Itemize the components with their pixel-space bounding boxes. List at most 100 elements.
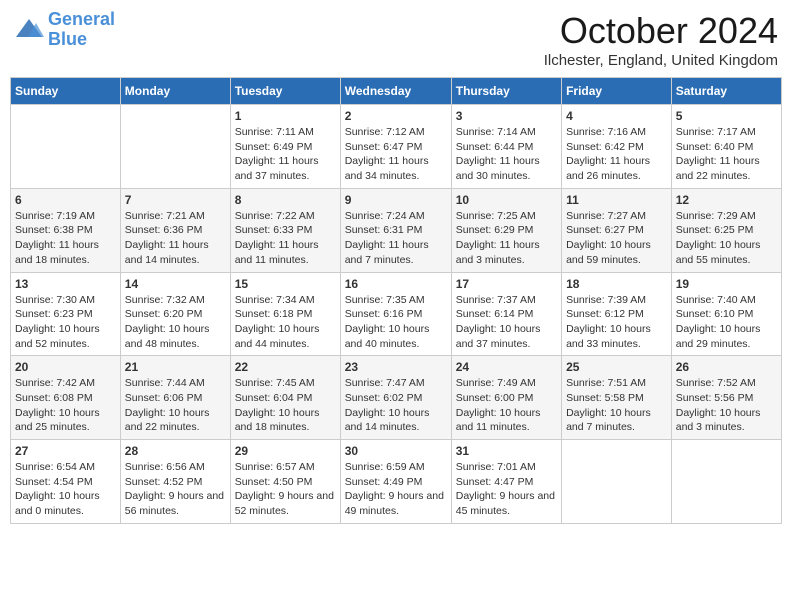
cell-content: Sunrise: 7:49 AM Sunset: 6:00 PM Dayligh… [456, 376, 557, 435]
day-number: 22 [235, 360, 336, 374]
calendar-cell [671, 440, 781, 524]
calendar-cell: 8 Sunrise: 7:22 AM Sunset: 6:33 PM Daylig… [230, 188, 340, 272]
calendar-cell: 5 Sunrise: 7:17 AM Sunset: 6:40 PM Daylig… [671, 105, 781, 189]
cell-content: Sunrise: 7:27 AM Sunset: 6:27 PM Dayligh… [566, 209, 667, 268]
day-header-monday: Monday [120, 78, 230, 105]
day-number: 16 [345, 277, 447, 291]
day-header-sunday: Sunday [11, 78, 121, 105]
calendar-cell: 30Sunrise: 6:59 AM Sunset: 4:49 PM Dayli… [340, 440, 451, 524]
calendar-cell: 4Sunrise: 7:16 AM Sunset: 6:42 PM Daylig… [562, 105, 672, 189]
day-number: 23 [345, 360, 447, 374]
week-row-1: 1Sunrise: 7:11 AM Sunset: 6:49 PM Daylig… [11, 105, 782, 189]
month-title: October 2024 [544, 10, 778, 52]
day-number: 25 [566, 360, 667, 374]
cell-content: Sunrise: 6:57 AM Sunset: 4:50 PM Dayligh… [235, 460, 336, 519]
cell-content: Sunrise: 7:01 AM Sunset: 4:47 PM Dayligh… [456, 460, 557, 519]
calendar-cell: 1Sunrise: 7:11 AM Sunset: 6:49 PM Daylig… [230, 105, 340, 189]
calendar-table: SundayMondayTuesdayWednesdayThursdayFrid… [10, 77, 782, 524]
calendar-cell: 10Sunrise: 7:25 AM Sunset: 6:29 PM Dayli… [451, 188, 561, 272]
day-number: 29 [235, 444, 336, 458]
day-number: 10 [456, 193, 557, 207]
week-row-3: 13Sunrise: 7:30 AM Sunset: 6:23 PM Dayli… [11, 272, 782, 356]
cell-content: Sunrise: 7:29 AM Sunset: 6:25 PM Dayligh… [676, 209, 777, 268]
calendar-cell: 12 Sunrise: 7:29 AM Sunset: 6:25 PM Dayli… [671, 188, 781, 272]
logo-line2: Blue [48, 29, 87, 49]
title-block: October 2024 Ilchester, England, United … [544, 10, 778, 69]
page-header: General Blue October 2024 Ilchester, Eng… [10, 10, 782, 69]
cell-content: Sunrise: 7:40 AM Sunset: 6:10 PM Dayligh… [676, 293, 777, 352]
cell-content: Sunrise: 7:51 AM Sunset: 5:58 PM Dayligh… [566, 376, 667, 435]
day-number: 21 [125, 360, 226, 374]
day-number: 9 [345, 193, 447, 207]
day-header-wednesday: Wednesday [340, 78, 451, 105]
cell-content: Sunrise: 7:52 AM Sunset: 5:56 PM Dayligh… [676, 376, 777, 435]
day-number: 26 [676, 360, 777, 374]
calendar-cell: 27 Sunrise: 6:54 AM Sunset: 4:54 PM Dayli… [11, 440, 121, 524]
cell-content: Sunrise: 7:47 AM Sunset: 6:02 PM Dayligh… [345, 376, 447, 435]
calendar-cell: 16Sunrise: 7:35 AM Sunset: 6:16 PM Dayli… [340, 272, 451, 356]
header-row: SundayMondayTuesdayWednesdayThursdayFrid… [11, 78, 782, 105]
logo: General Blue [14, 10, 115, 50]
logo-icon [14, 15, 44, 45]
calendar-cell [562, 440, 672, 524]
cell-content: Sunrise: 7:32 AM Sunset: 6:20 PM Dayligh… [125, 293, 226, 352]
week-row-4: 20Sunrise: 7:42 AM Sunset: 6:08 PM Dayli… [11, 356, 782, 440]
cell-content: Sunrise: 6:56 AM Sunset: 4:52 PM Dayligh… [125, 460, 226, 519]
cell-content: Sunrise: 7:11 AM Sunset: 6:49 PM Dayligh… [235, 125, 336, 184]
day-number: 6 [15, 193, 116, 207]
calendar-cell: 2Sunrise: 7:12 AM Sunset: 6:47 PM Daylig… [340, 105, 451, 189]
calendar-cell: 21 Sunrise: 7:44 AM Sunset: 6:06 PM Dayli… [120, 356, 230, 440]
day-number: 27 [15, 444, 116, 458]
day-number: 24 [456, 360, 557, 374]
calendar-cell: 20Sunrise: 7:42 AM Sunset: 6:08 PM Dayli… [11, 356, 121, 440]
day-number: 30 [345, 444, 447, 458]
calendar-cell: 25 Sunrise: 7:51 AM Sunset: 5:58 PM Dayli… [562, 356, 672, 440]
cell-content: Sunrise: 7:21 AM Sunset: 6:36 PM Dayligh… [125, 209, 226, 268]
calendar-cell: 17 Sunrise: 7:37 AM Sunset: 6:14 PM Dayli… [451, 272, 561, 356]
cell-content: Sunrise: 7:37 AM Sunset: 6:14 PM Dayligh… [456, 293, 557, 352]
calendar-cell: 3 Sunrise: 7:14 AM Sunset: 6:44 PM Daylig… [451, 105, 561, 189]
day-number: 12 [676, 193, 777, 207]
calendar-cell [11, 105, 121, 189]
day-number: 8 [235, 193, 336, 207]
calendar-cell: 28Sunrise: 6:56 AM Sunset: 4:52 PM Dayli… [120, 440, 230, 524]
week-row-5: 27 Sunrise: 6:54 AM Sunset: 4:54 PM Dayli… [11, 440, 782, 524]
day-header-thursday: Thursday [451, 78, 561, 105]
calendar-cell: 11Sunrise: 7:27 AM Sunset: 6:27 PM Dayli… [562, 188, 672, 272]
cell-content: Sunrise: 7:24 AM Sunset: 6:31 PM Dayligh… [345, 209, 447, 268]
cell-content: Sunrise: 7:22 AM Sunset: 6:33 PM Dayligh… [235, 209, 336, 268]
calendar-cell: 26 Sunrise: 7:52 AM Sunset: 5:56 PM Dayli… [671, 356, 781, 440]
logo-line1: General [48, 9, 115, 29]
week-row-2: 6 Sunrise: 7:19 AM Sunset: 6:38 PM Daylig… [11, 188, 782, 272]
cell-content: Sunrise: 6:54 AM Sunset: 4:54 PM Dayligh… [15, 460, 116, 519]
cell-content: Sunrise: 7:39 AM Sunset: 6:12 PM Dayligh… [566, 293, 667, 352]
cell-content: Sunrise: 7:34 AM Sunset: 6:18 PM Dayligh… [235, 293, 336, 352]
calendar-cell: 14 Sunrise: 7:32 AM Sunset: 6:20 PM Dayli… [120, 272, 230, 356]
calendar-cell: 31 Sunrise: 7:01 AM Sunset: 4:47 PM Dayli… [451, 440, 561, 524]
day-number: 31 [456, 444, 557, 458]
day-header-saturday: Saturday [671, 78, 781, 105]
cell-content: Sunrise: 7:17 AM Sunset: 6:40 PM Dayligh… [676, 125, 777, 184]
calendar-cell [120, 105, 230, 189]
cell-content: Sunrise: 7:44 AM Sunset: 6:06 PM Dayligh… [125, 376, 226, 435]
cell-content: Sunrise: 7:16 AM Sunset: 6:42 PM Dayligh… [566, 125, 667, 184]
day-number: 14 [125, 277, 226, 291]
day-number: 5 [676, 109, 777, 123]
cell-content: Sunrise: 7:30 AM Sunset: 6:23 PM Dayligh… [15, 293, 116, 352]
day-number: 15 [235, 277, 336, 291]
cell-content: Sunrise: 7:14 AM Sunset: 6:44 PM Dayligh… [456, 125, 557, 184]
cell-content: Sunrise: 7:19 AM Sunset: 6:38 PM Dayligh… [15, 209, 116, 268]
logo-text: General Blue [48, 10, 115, 50]
location: Ilchester, England, United Kingdom [544, 52, 778, 69]
day-number: 3 [456, 109, 557, 123]
day-number: 19 [676, 277, 777, 291]
day-number: 17 [456, 277, 557, 291]
cell-content: Sunrise: 7:42 AM Sunset: 6:08 PM Dayligh… [15, 376, 116, 435]
calendar-cell: 7 Sunrise: 7:21 AM Sunset: 6:36 PM Daylig… [120, 188, 230, 272]
calendar-cell: 29 Sunrise: 6:57 AM Sunset: 4:50 PM Dayli… [230, 440, 340, 524]
calendar-cell: 22Sunrise: 7:45 AM Sunset: 6:04 PM Dayli… [230, 356, 340, 440]
day-number: 7 [125, 193, 226, 207]
day-header-friday: Friday [562, 78, 672, 105]
calendar-cell: 24 Sunrise: 7:49 AM Sunset: 6:00 PM Dayli… [451, 356, 561, 440]
calendar-cell: 18Sunrise: 7:39 AM Sunset: 6:12 PM Dayli… [562, 272, 672, 356]
